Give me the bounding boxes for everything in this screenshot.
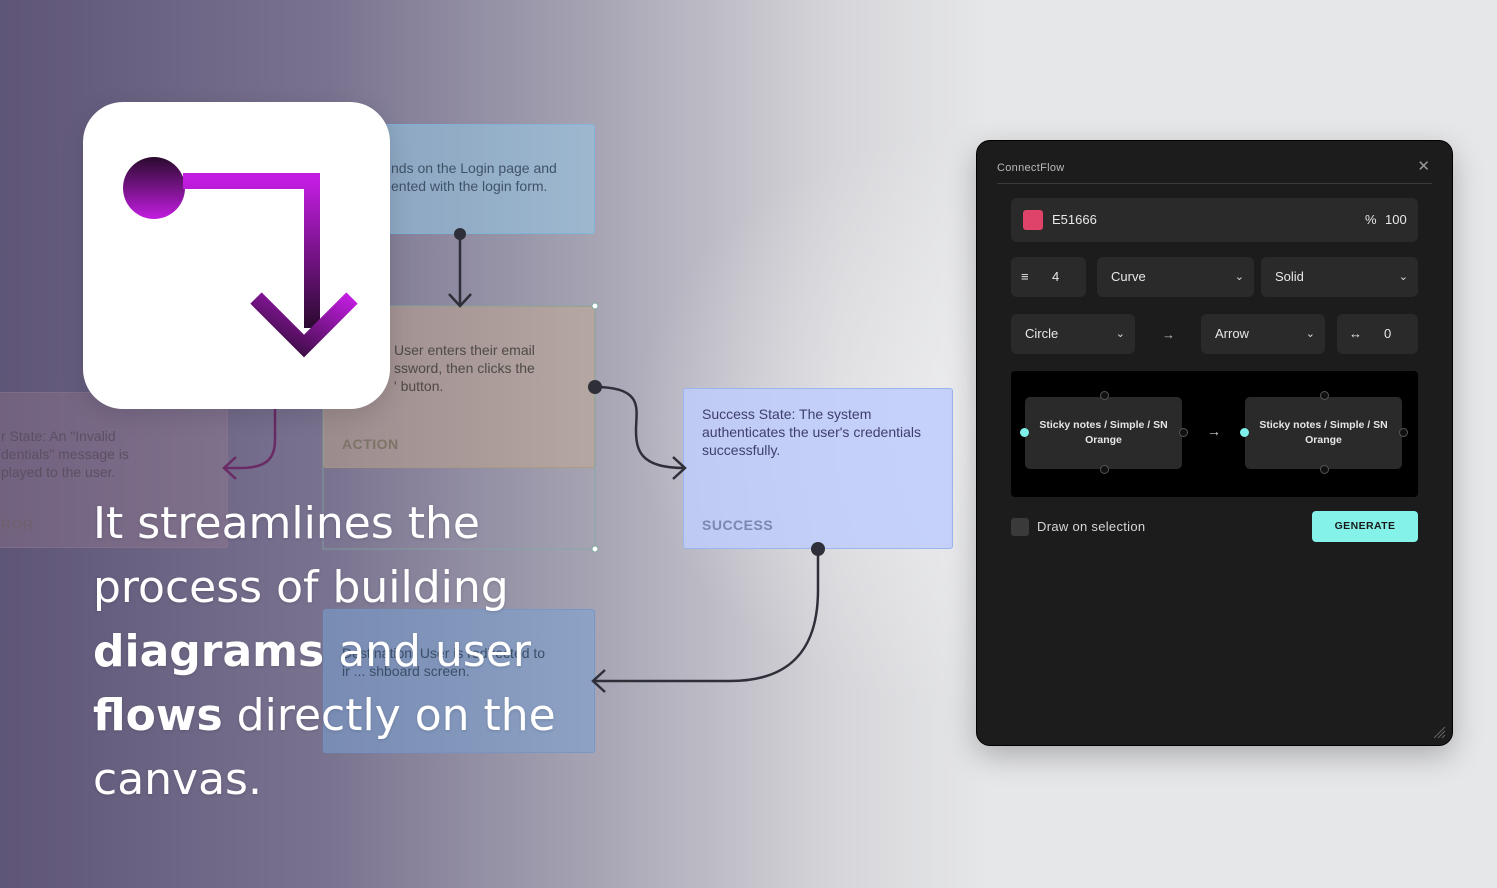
color-hex-input[interactable]: E51666	[1052, 198, 1097, 242]
selection-handle	[591, 545, 599, 553]
offset-field[interactable]: ↔ 0	[1337, 314, 1418, 354]
color-field[interactable]: E51666 % 100	[1011, 198, 1418, 242]
opacity-icon: %	[1365, 212, 1377, 227]
end-cap-value: Arrow	[1215, 326, 1249, 341]
preview-anchor-dot	[1179, 428, 1188, 437]
connector-action-success	[594, 385, 687, 480]
opacity-input[interactable]: 100	[1385, 198, 1407, 242]
tagline-text: It streamlines the process of building	[93, 498, 509, 613]
connectflow-logo	[83, 102, 390, 409]
connector-start-dot	[588, 380, 602, 394]
connector-start-dot	[811, 542, 825, 556]
stroke-width-input[interactable]: 4	[1052, 257, 1059, 297]
close-icon[interactable]: ✕	[1417, 157, 1430, 175]
marketing-tagline: It streamlines the process of building d…	[93, 492, 573, 812]
end-cap-select[interactable]: Arrow ⌄	[1201, 314, 1325, 354]
preview-node-left: Sticky notes / Simple / SN Orange	[1025, 397, 1182, 469]
selection-handle	[591, 302, 599, 310]
color-swatch[interactable]	[1023, 210, 1043, 230]
connector-start-dot	[454, 228, 466, 240]
preview-anchor-dot	[1100, 391, 1109, 400]
preview-anchor-dot-active	[1240, 428, 1249, 437]
start-cap-select[interactable]: Circle ⌄	[1011, 314, 1135, 354]
preview-node-right: Sticky notes / Simple / SN Orange	[1245, 397, 1402, 469]
path-type-value: Curve	[1111, 269, 1146, 284]
connectflow-plugin-window: ConnectFlow ✕ E51666 % 100 ≡ 4 Curve ⌄ S…	[976, 140, 1453, 746]
preview-arrow-icon: →	[1207, 423, 1221, 439]
start-cap-value: Circle	[1025, 326, 1059, 341]
chevron-down-icon: ⌄	[1305, 328, 1315, 340]
stroke-width-field[interactable]: ≡ 4	[1011, 257, 1086, 297]
preview-anchor-dot-active	[1020, 428, 1029, 437]
preview-anchor-dot	[1399, 428, 1408, 437]
tagline-bold-diagrams: diagrams	[93, 626, 325, 677]
offset-input[interactable]: 0	[1384, 314, 1391, 354]
draw-on-selection-checkbox[interactable]	[1011, 518, 1029, 536]
connector-login-action	[448, 234, 472, 308]
connector-success-destination	[591, 549, 820, 693]
connection-preview: Sticky notes / Simple / SN Orange → Stic…	[1011, 371, 1418, 497]
chevron-down-icon: ⌄	[1234, 271, 1244, 283]
path-type-select[interactable]: Curve ⌄	[1097, 257, 1254, 297]
draw-on-selection-label[interactable]: Draw on selection	[1037, 519, 1145, 534]
tagline-text: and user	[324, 626, 531, 677]
resize-handle-icon[interactable]	[1432, 725, 1446, 739]
divider	[997, 183, 1432, 184]
panel-title: ConnectFlow	[997, 162, 1065, 174]
cap-direction-arrow-icon: →	[1162, 327, 1175, 342]
connector-arrow-icon	[123, 157, 358, 358]
preview-anchor-dot	[1320, 465, 1329, 474]
chevron-down-icon: ⌄	[1398, 271, 1408, 283]
line-style-value: Solid	[1275, 269, 1304, 284]
tagline-bold-flows: flows	[93, 690, 223, 741]
chevron-down-icon: ⌄	[1115, 328, 1125, 340]
generate-button[interactable]: GENERATE	[1312, 511, 1418, 542]
offset-icon: ↔	[1349, 326, 1362, 341]
line-style-select[interactable]: Solid ⌄	[1261, 257, 1418, 297]
stroke-width-icon: ≡	[1021, 269, 1029, 284]
preview-anchor-dot	[1320, 391, 1329, 400]
preview-anchor-dot	[1100, 465, 1109, 474]
connector-action-error	[222, 408, 277, 480]
